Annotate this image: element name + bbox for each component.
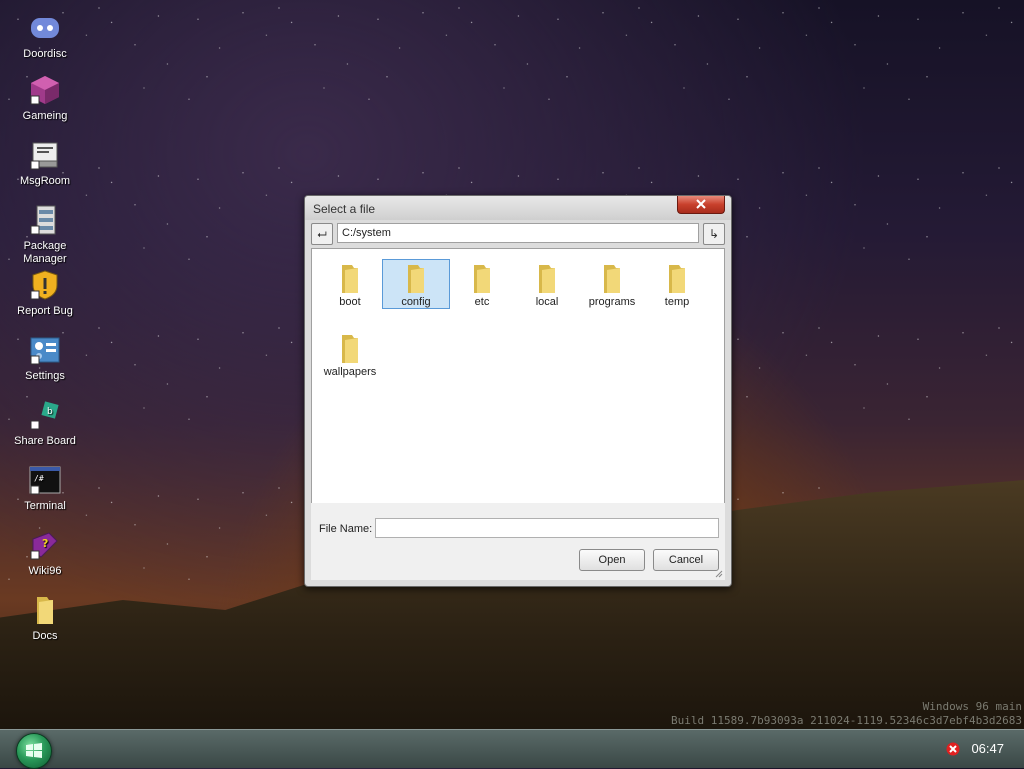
file-item-label: programs [588, 296, 636, 308]
desktop-icon-label: Settings [25, 370, 65, 382]
error-icon[interactable] [946, 742, 960, 756]
desktop-icon-report-bug[interactable]: Report Bug [8, 269, 82, 318]
enter-arrow-icon: ↳ [708, 227, 720, 241]
chat-controller-icon [29, 12, 61, 44]
folder-icon [669, 265, 685, 293]
desktop-icon-label: Wiki96 [28, 565, 62, 577]
desktop-icon-label: Docs [32, 630, 58, 642]
file-name-label: File Name: [319, 523, 373, 535]
desktop-icon-label: Share Board [14, 435, 76, 447]
go-button[interactable]: ↳ [703, 223, 725, 245]
desktop-icon-label: Package Manager [23, 240, 67, 265]
file-item-wallpapers[interactable]: wallpapers [316, 329, 384, 379]
folder-icon [539, 265, 555, 293]
desktop-icon-doordisc[interactable]: Doordisc [8, 12, 82, 61]
file-item-programs[interactable]: programs [578, 259, 646, 309]
back-arrow-icon: ⮠ [317, 227, 327, 241]
folder-icon [29, 594, 61, 626]
start-button[interactable] [16, 733, 52, 769]
clock[interactable]: 06:47 [971, 741, 1004, 756]
desktop-icon-terminal[interactable]: /# Terminal [8, 464, 82, 513]
dialog-titlebar[interactable]: Select a file [305, 196, 731, 220]
package-icon [29, 204, 61, 236]
svg-text:?: ? [42, 537, 48, 550]
file-item-boot[interactable]: boot [316, 259, 384, 309]
shield-warning-icon [29, 269, 61, 301]
terminal-icon: /# [29, 464, 61, 496]
desktop-icon-gameing[interactable]: Gameing [8, 74, 82, 123]
settings-panel-icon [29, 334, 61, 366]
desktop-icon-docs[interactable]: Docs [8, 594, 82, 643]
folder-icon [474, 265, 490, 293]
desktop-icon-label: Terminal [24, 500, 66, 512]
file-item-etc[interactable]: etc [448, 259, 516, 309]
folder-icon [408, 265, 424, 293]
path-input[interactable] [337, 223, 699, 243]
select-file-dialog: Select a file ⮠ ↳ boot config etc local [304, 195, 732, 587]
book-help-icon: ? [29, 529, 61, 561]
svg-text:/#: /# [34, 474, 44, 483]
desktop-icon-settings[interactable]: Settings [8, 334, 82, 383]
desktop-icon-label: Gameing [22, 110, 68, 122]
file-item-label: local [535, 296, 559, 308]
dialog-footer: File Name: Open Cancel [311, 503, 725, 580]
taskbar: 06:47 [0, 729, 1024, 769]
desktop-icon-msgroom[interactable]: MsgRoom [8, 139, 82, 188]
folder-icon [342, 265, 358, 293]
desktop-icon-wiki96[interactable]: ? Wiki96 [8, 529, 82, 578]
file-item-label: temp [664, 296, 690, 308]
cancel-button[interactable]: Cancel [653, 549, 719, 571]
desktop-icon-label: Report Bug [17, 305, 73, 317]
file-item-label: etc [474, 296, 490, 308]
file-list-pane: boot config etc local programs temp wall… [311, 248, 725, 504]
svg-text:b: b [47, 407, 53, 417]
close-button[interactable] [677, 196, 725, 214]
desktop-icon-label: Doordisc [23, 48, 67, 60]
build-watermark: Windows 96 main Build 11589.7b93093a 211… [671, 700, 1022, 728]
folder-icon [604, 265, 620, 293]
watermark-line1: Windows 96 main [922, 700, 1022, 713]
close-icon [696, 199, 706, 209]
watermark-line2: Build 11589.7b93093a 211024-1119.52346c3… [671, 714, 1022, 727]
back-button[interactable]: ⮠ [311, 223, 333, 245]
cube-icon [29, 74, 61, 106]
file-item-local[interactable]: local [513, 259, 581, 309]
windows-logo-icon [26, 743, 42, 758]
file-item-temp[interactable]: temp [643, 259, 711, 309]
desktop-icon-package-manager[interactable]: Package Manager [8, 204, 82, 266]
message-icon [29, 139, 61, 171]
desktop-icon-share-board[interactable]: b Share Board [8, 399, 82, 448]
desktop-icon-label: MsgRoom [19, 175, 71, 187]
file-item-label: wallpapers [323, 366, 377, 378]
file-item-config[interactable]: config [382, 259, 450, 309]
dialog-title: Select a file [313, 202, 376, 216]
folder-icon [342, 335, 358, 363]
open-button[interactable]: Open [579, 549, 645, 571]
path-bar: ⮠ ↳ [311, 223, 725, 245]
file-item-label: config [401, 296, 431, 308]
resize-grip-icon[interactable] [715, 570, 723, 578]
share-icon: b [29, 399, 61, 431]
file-item-label: boot [339, 296, 361, 308]
file-name-input[interactable] [375, 518, 719, 538]
